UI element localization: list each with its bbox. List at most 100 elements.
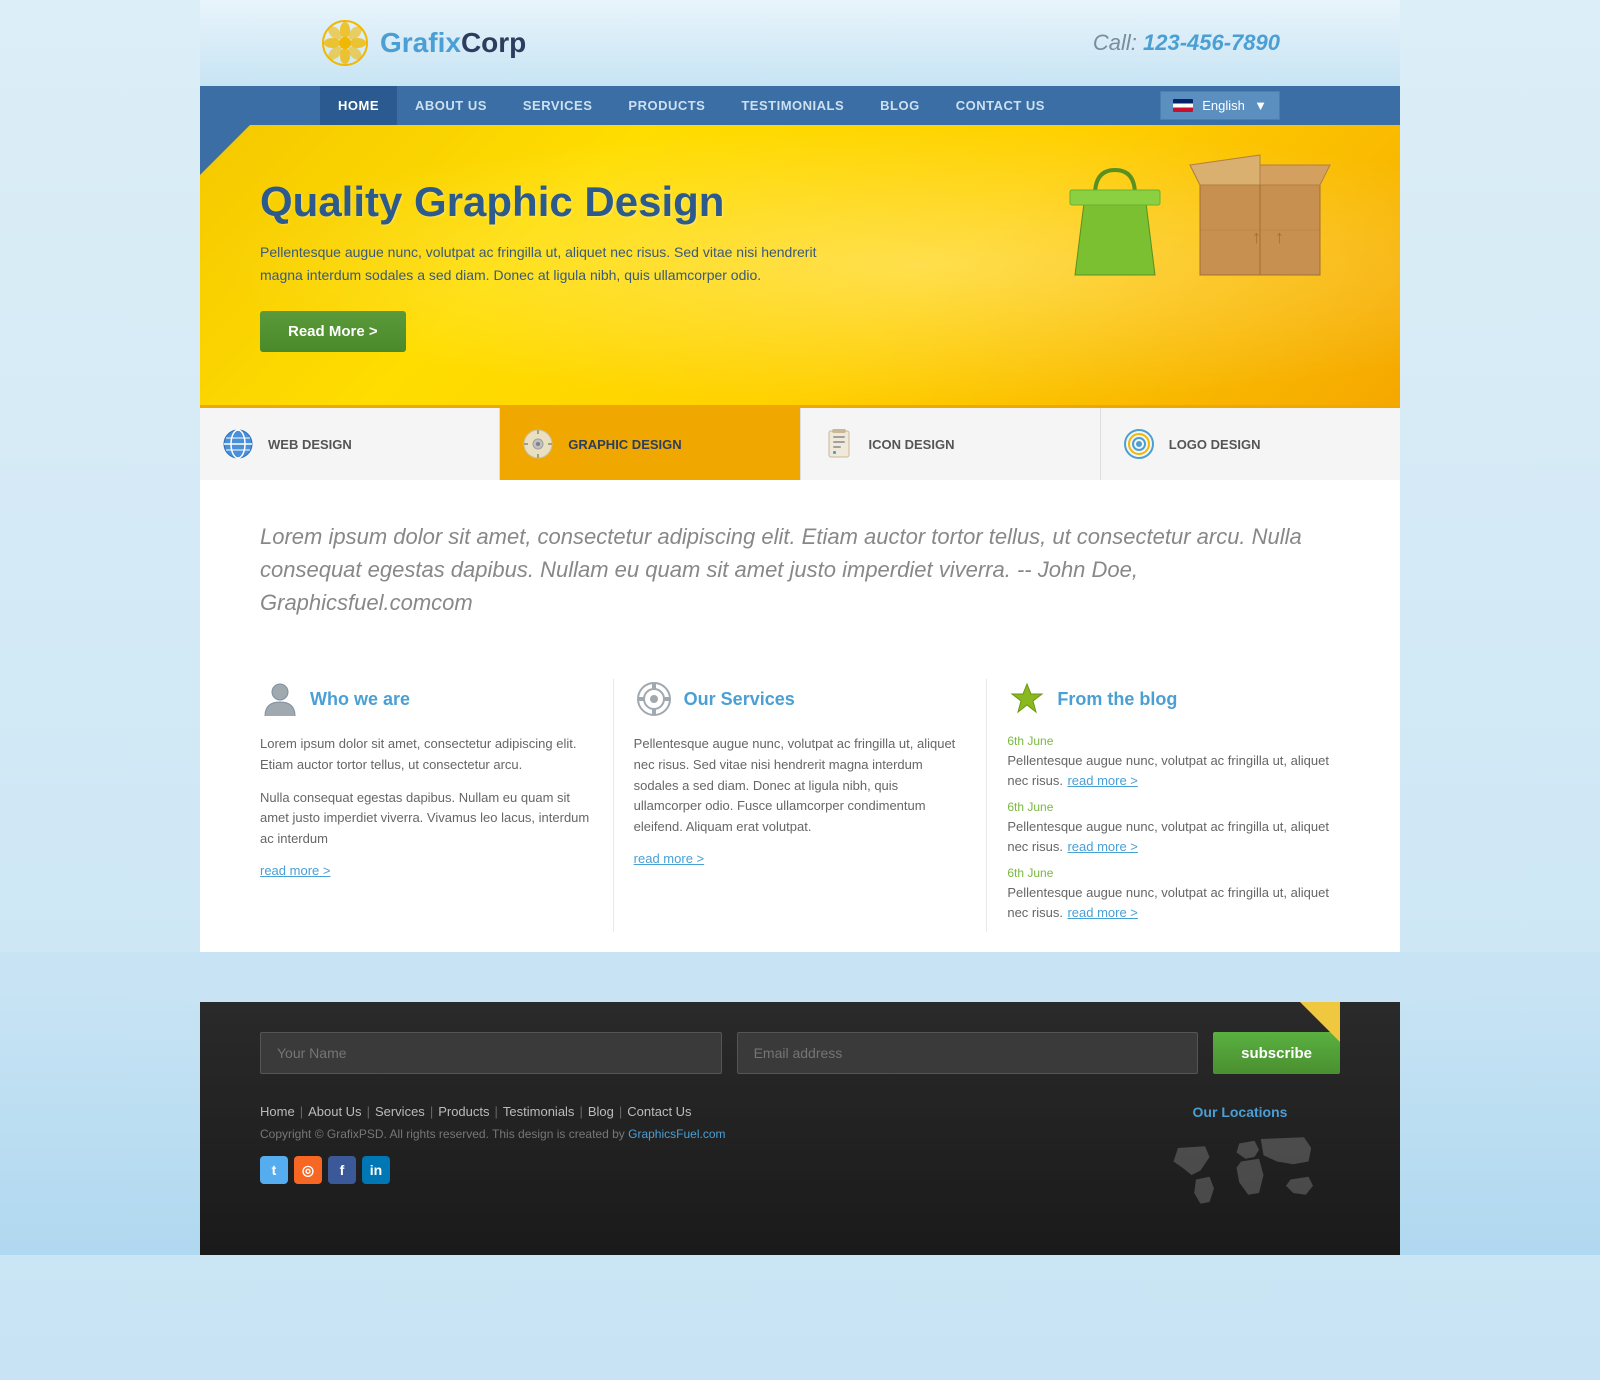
nav-about[interactable]: ABOUT US bbox=[397, 86, 505, 125]
twitter-icon[interactable]: t bbox=[260, 1156, 288, 1184]
blog-entry-3: 6th June Pellentesque augue nunc, volutp… bbox=[1007, 866, 1340, 922]
nav-blog[interactable]: BLOG bbox=[862, 86, 938, 125]
tab-web-design[interactable]: WEB DESIGN bbox=[200, 408, 500, 480]
from-blog-title: From the blog bbox=[1057, 689, 1177, 710]
footer-sep-5: | bbox=[579, 1104, 582, 1119]
quote-section: Lorem ipsum dolor sit amet, consectetur … bbox=[200, 480, 1400, 659]
footer-sep-3: | bbox=[430, 1104, 433, 1119]
quote-text: Lorem ipsum dolor sit amet, consectetur … bbox=[260, 520, 1340, 619]
tab-graphic-design[interactable]: GRAPHIC DESIGN bbox=[500, 408, 800, 480]
logo-design-label: LOGO DESIGN bbox=[1169, 437, 1261, 452]
who-we-are-text1: Lorem ipsum dolor sit amet, consectetur … bbox=[260, 734, 593, 776]
subscribe-name-input[interactable] bbox=[260, 1032, 722, 1074]
social-icons: t ◎ f in bbox=[260, 1156, 1140, 1184]
blog-entry-2: 6th June Pellentesque augue nunc, volutp… bbox=[1007, 800, 1340, 856]
web-design-label: WEB DESIGN bbox=[268, 437, 352, 452]
our-services-read-more[interactable]: read more > bbox=[634, 851, 704, 866]
footer-link-testimonials[interactable]: Testimonials bbox=[503, 1104, 575, 1119]
hero-corner-decoration bbox=[200, 125, 250, 175]
blog-entry-1: 6th June Pellentesque augue nunc, volutp… bbox=[1007, 734, 1340, 790]
flag-icon bbox=[1173, 99, 1193, 112]
our-services-text: Pellentesque augue nunc, volutpat ac fri… bbox=[634, 734, 967, 838]
blog-read-more-1[interactable]: read more > bbox=[1067, 773, 1137, 788]
blog-read-more-2[interactable]: read more > bbox=[1067, 839, 1137, 854]
blog-date-1: 6th June bbox=[1007, 734, 1340, 748]
blog-read-more-3[interactable]: read more > bbox=[1067, 905, 1137, 920]
footer-sep-6: | bbox=[619, 1104, 622, 1119]
our-services-header: Our Services bbox=[634, 679, 967, 719]
footer-link-about[interactable]: About Us bbox=[308, 1104, 361, 1119]
hero-title: Quality Graphic Design bbox=[260, 178, 854, 226]
from-blog-icon bbox=[1007, 679, 1047, 719]
icon-design-label: ICON DESIGN bbox=[869, 437, 955, 452]
footer-nav-links: Home | About Us | Services | Products | … bbox=[260, 1104, 1140, 1119]
blog-text-3: Pellentesque augue nunc, volutpat ac fri… bbox=[1007, 885, 1329, 920]
web-design-icon bbox=[220, 426, 256, 462]
footer: subscribe Home | About Us | Services | P… bbox=[200, 1002, 1400, 1255]
who-we-are-read-more[interactable]: read more > bbox=[260, 863, 330, 878]
nav-services[interactable]: SERVICES bbox=[505, 86, 611, 125]
tab-icon-design[interactable]: ICON DESIGN bbox=[801, 408, 1101, 480]
footer-links-row: Home | About Us | Services | Products | … bbox=[260, 1104, 1340, 1225]
footer-graphicsfuel-link[interactable]: GraphicsFuel.com bbox=[628, 1127, 725, 1141]
logo-text: GrafixCorp bbox=[380, 27, 526, 59]
hero-text: Pellentesque augue nunc, volutpat ac fri… bbox=[260, 241, 854, 286]
hero-banner: Quality Graphic Design Pellentesque augu… bbox=[200, 125, 1400, 405]
graphic-design-label: GRAPHIC DESIGN bbox=[568, 437, 681, 452]
shopping-bag-illustration bbox=[1065, 155, 1165, 295]
our-services-column: Our Services Pellentesque augue nunc, vo… bbox=[614, 679, 988, 932]
icon-design-icon bbox=[821, 426, 857, 462]
rss-icon[interactable]: ◎ bbox=[294, 1156, 322, 1184]
linkedin-icon[interactable]: in bbox=[362, 1156, 390, 1184]
from-blog-header: From the blog bbox=[1007, 679, 1340, 719]
logo[interactable]: GrafixCorp bbox=[320, 18, 526, 68]
footer-copyright: Copyright © GrafixPSD. All rights reserv… bbox=[260, 1127, 1140, 1141]
footer-link-contact[interactable]: Contact Us bbox=[627, 1104, 691, 1119]
who-we-are-text2: Nulla consequat egestas dapibus. Nullam … bbox=[260, 788, 593, 850]
footer-corner-decoration bbox=[1300, 1002, 1340, 1042]
blog-date-3: 6th June bbox=[1007, 866, 1340, 880]
hero-read-more-button[interactable]: Read More > bbox=[260, 311, 406, 352]
language-selector[interactable]: English ▼ bbox=[1160, 91, 1280, 120]
footer-sep-1: | bbox=[300, 1104, 303, 1119]
blog-text-2: Pellentesque augue nunc, volutpat ac fri… bbox=[1007, 819, 1329, 854]
svg-text:↑: ↑ bbox=[1252, 227, 1261, 247]
nav-products[interactable]: PRODUCTS bbox=[610, 86, 723, 125]
our-services-icon bbox=[634, 679, 674, 719]
main-nav: HOME ABOUT US SERVICES PRODUCTS TESTIMON… bbox=[200, 86, 1400, 125]
svg-text:↑: ↑ bbox=[1275, 227, 1284, 247]
nav-contact[interactable]: CONTACT US bbox=[938, 86, 1063, 125]
logo-icon bbox=[320, 18, 370, 68]
who-we-are-header: Who we are bbox=[260, 679, 593, 719]
footer-sep-2: | bbox=[367, 1104, 370, 1119]
our-services-title: Our Services bbox=[684, 689, 795, 710]
locations-title: Our Locations bbox=[1140, 1104, 1340, 1120]
footer-link-services[interactable]: Services bbox=[375, 1104, 425, 1119]
footer-locations: Our Locations bbox=[1140, 1104, 1340, 1225]
footer-link-blog[interactable]: Blog bbox=[588, 1104, 614, 1119]
who-we-are-icon bbox=[260, 679, 300, 719]
world-map bbox=[1160, 1130, 1340, 1220]
who-we-are-column: Who we are Lorem ipsum dolor sit amet, c… bbox=[260, 679, 614, 932]
logo-design-icon bbox=[1121, 426, 1157, 462]
tab-logo-design[interactable]: LOGO DESIGN bbox=[1101, 408, 1400, 480]
blog-text-1: Pellentesque augue nunc, volutpat ac fri… bbox=[1007, 753, 1329, 788]
nav-home[interactable]: HOME bbox=[320, 86, 397, 125]
blog-date-2: 6th June bbox=[1007, 800, 1340, 814]
columns-section: Who we are Lorem ipsum dolor sit amet, c… bbox=[200, 659, 1400, 982]
footer-link-home[interactable]: Home bbox=[260, 1104, 295, 1119]
from-blog-column: From the blog 6th June Pellentesque augu… bbox=[987, 679, 1340, 932]
hero-content: Quality Graphic Design Pellentesque augu… bbox=[260, 178, 854, 352]
footer-sep-4: | bbox=[495, 1104, 498, 1119]
who-we-are-title: Who we are bbox=[310, 689, 410, 710]
chevron-down-icon: ▼ bbox=[1254, 98, 1267, 113]
box-illustration: ↑ ↑ bbox=[1180, 135, 1340, 295]
phone-display: Call: 123-456-7890 bbox=[1093, 30, 1280, 56]
footer-link-products[interactable]: Products bbox=[438, 1104, 489, 1119]
facebook-icon[interactable]: f bbox=[328, 1156, 356, 1184]
footer-left: Home | About Us | Services | Products | … bbox=[260, 1104, 1140, 1184]
subscribe-email-input[interactable] bbox=[737, 1032, 1199, 1074]
hero-illustration: ↑ ↑ bbox=[1065, 135, 1340, 295]
graphic-design-icon bbox=[520, 426, 556, 462]
nav-testimonials[interactable]: TESTIMONIALS bbox=[723, 86, 862, 125]
